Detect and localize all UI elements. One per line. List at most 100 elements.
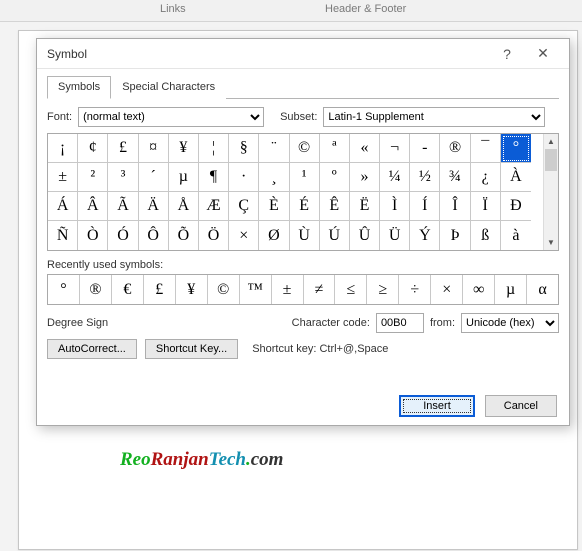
symbol-cell[interactable]: Ý bbox=[410, 221, 440, 250]
symbol-cell[interactable]: · bbox=[229, 163, 259, 192]
autocorrect-button[interactable]: AutoCorrect... bbox=[47, 339, 137, 359]
symbol-cell[interactable]: Ö bbox=[199, 221, 229, 250]
symbol-cell[interactable]: Î bbox=[440, 192, 470, 221]
symbol-cell[interactable]: ¿ bbox=[471, 163, 501, 192]
recent-symbol-cell[interactable]: ÷ bbox=[399, 275, 431, 304]
subset-label: Subset: bbox=[280, 111, 317, 123]
symbol-cell[interactable]: ¹ bbox=[290, 163, 320, 192]
symbol-cell[interactable]: È bbox=[259, 192, 289, 221]
recent-symbol-cell[interactable]: ∞ bbox=[463, 275, 495, 304]
symbol-cell[interactable]: Ô bbox=[139, 221, 169, 250]
recent-symbol-cell[interactable]: ≥ bbox=[367, 275, 399, 304]
subset-select[interactable]: Latin-1 Supplement bbox=[323, 107, 545, 127]
from-select[interactable]: Unicode (hex) bbox=[461, 313, 559, 333]
recent-symbols-row: °®€£¥©™±≠≤≥÷×∞µα bbox=[47, 274, 559, 305]
symbol-cell[interactable]: Ó bbox=[108, 221, 138, 250]
symbol-cell[interactable]: ¢ bbox=[78, 134, 108, 163]
symbol-cell[interactable]: Ð bbox=[501, 192, 531, 221]
symbol-cell[interactable]: « bbox=[350, 134, 380, 163]
recent-symbol-cell[interactable]: ° bbox=[48, 275, 80, 304]
shortcut-key-button[interactable]: Shortcut Key... bbox=[145, 339, 238, 359]
symbol-cell[interactable]: Ò bbox=[78, 221, 108, 250]
scroll-track[interactable] bbox=[544, 149, 558, 235]
recent-symbol-cell[interactable]: ® bbox=[80, 275, 112, 304]
symbol-cell[interactable]: ¬ bbox=[380, 134, 410, 163]
recent-symbol-cell[interactable]: × bbox=[431, 275, 463, 304]
symbol-cell[interactable]: Ê bbox=[320, 192, 350, 221]
character-code-input[interactable] bbox=[376, 313, 424, 333]
close-button[interactable]: ✕ bbox=[525, 39, 561, 69]
symbol-cell[interactable]: ¯ bbox=[471, 134, 501, 163]
help-button[interactable]: ? bbox=[489, 39, 525, 69]
symbol-cell[interactable]: Ä bbox=[139, 192, 169, 221]
symbol-cell[interactable]: Í bbox=[410, 192, 440, 221]
recent-symbol-cell[interactable]: α bbox=[527, 275, 558, 304]
symbol-cell[interactable]: Ì bbox=[380, 192, 410, 221]
symbol-cell[interactable]: ¤ bbox=[139, 134, 169, 163]
symbol-grid[interactable]: ¡¢£¤¥¦§¨©ª«¬-®¯° ±²³´µ¶·¸¹º»¼½¾¿À ÁÂÃÄÅÆÇÈ… bbox=[48, 134, 543, 250]
scroll-down-icon[interactable]: ▼ bbox=[544, 235, 558, 250]
symbol-cell[interactable]: Ù bbox=[290, 221, 320, 250]
symbol-cell[interactable]: ³ bbox=[108, 163, 138, 192]
symbol-cell[interactable]: £ bbox=[108, 134, 138, 163]
symbol-cell[interactable]: © bbox=[290, 134, 320, 163]
symbol-cell[interactable]: Â bbox=[78, 192, 108, 221]
symbol-cell[interactable]: ´ bbox=[139, 163, 169, 192]
symbol-cell[interactable]: ² bbox=[78, 163, 108, 192]
symbol-cell[interactable]: ª bbox=[320, 134, 350, 163]
symbol-cell[interactable]: ½ bbox=[410, 163, 440, 192]
tab-special-characters[interactable]: Special Characters bbox=[111, 76, 226, 99]
symbol-cell[interactable]: Õ bbox=[169, 221, 199, 250]
symbol-cell[interactable]: Þ bbox=[440, 221, 470, 250]
recent-symbol-cell[interactable]: µ bbox=[495, 275, 527, 304]
symbol-cell[interactable]: Ø bbox=[259, 221, 289, 250]
symbol-cell[interactable]: Ú bbox=[320, 221, 350, 250]
symbol-cell[interactable]: ¨ bbox=[259, 134, 289, 163]
recent-symbol-cell[interactable]: ¥ bbox=[176, 275, 208, 304]
grid-scrollbar[interactable]: ▲ ▼ bbox=[543, 134, 558, 250]
symbol-cell[interactable]: Û bbox=[350, 221, 380, 250]
symbol-cell[interactable]: ¶ bbox=[199, 163, 229, 192]
tab-symbols[interactable]: Symbols bbox=[47, 76, 111, 99]
symbol-cell[interactable]: Å bbox=[169, 192, 199, 221]
recent-symbol-cell[interactable]: £ bbox=[144, 275, 176, 304]
symbol-cell[interactable]: Ü bbox=[380, 221, 410, 250]
recent-symbol-cell[interactable]: ≠ bbox=[304, 275, 336, 304]
symbol-cell[interactable]: µ bbox=[169, 163, 199, 192]
symbol-cell[interactable]: ± bbox=[48, 163, 78, 192]
symbol-cell[interactable]: ¦ bbox=[199, 134, 229, 163]
symbol-cell[interactable]: º bbox=[320, 163, 350, 192]
symbol-cell[interactable]: ¸ bbox=[259, 163, 289, 192]
cancel-button[interactable]: Cancel bbox=[485, 395, 557, 417]
symbol-cell[interactable]: à bbox=[501, 221, 531, 250]
recent-symbol-cell[interactable]: € bbox=[112, 275, 144, 304]
recent-symbol-cell[interactable]: ≤ bbox=[335, 275, 367, 304]
symbol-cell[interactable]: Ï bbox=[471, 192, 501, 221]
recent-symbol-cell[interactable]: ™ bbox=[240, 275, 272, 304]
insert-button[interactable]: Insert bbox=[399, 395, 475, 417]
symbol-cell[interactable]: À bbox=[501, 163, 531, 192]
symbol-cell[interactable]: ¡ bbox=[48, 134, 78, 163]
symbol-cell[interactable]: ¾ bbox=[440, 163, 470, 192]
symbol-cell[interactable]: » bbox=[350, 163, 380, 192]
symbol-cell[interactable]: Æ bbox=[199, 192, 229, 221]
symbol-cell[interactable]: ® bbox=[440, 134, 470, 163]
symbol-cell[interactable]: Ñ bbox=[48, 221, 78, 250]
symbol-cell[interactable]: ¼ bbox=[380, 163, 410, 192]
symbol-cell[interactable]: Á bbox=[48, 192, 78, 221]
symbol-cell[interactable]: § bbox=[229, 134, 259, 163]
symbol-cell[interactable]: ¥ bbox=[169, 134, 199, 163]
symbol-cell[interactable]: - bbox=[410, 134, 440, 163]
symbol-cell[interactable]: Ã bbox=[108, 192, 138, 221]
recent-symbol-cell[interactable]: ± bbox=[272, 275, 304, 304]
scroll-up-icon[interactable]: ▲ bbox=[544, 134, 558, 149]
symbol-cell[interactable]: ° bbox=[501, 134, 531, 163]
symbol-cell[interactable]: ß bbox=[471, 221, 501, 250]
symbol-cell[interactable]: Ç bbox=[229, 192, 259, 221]
symbol-cell[interactable]: × bbox=[229, 221, 259, 250]
font-select[interactable]: (normal text) bbox=[78, 107, 264, 127]
recent-symbol-cell[interactable]: © bbox=[208, 275, 240, 304]
symbol-cell[interactable]: Ë bbox=[350, 192, 380, 221]
symbol-cell[interactable]: É bbox=[290, 192, 320, 221]
scroll-thumb[interactable] bbox=[545, 149, 557, 171]
